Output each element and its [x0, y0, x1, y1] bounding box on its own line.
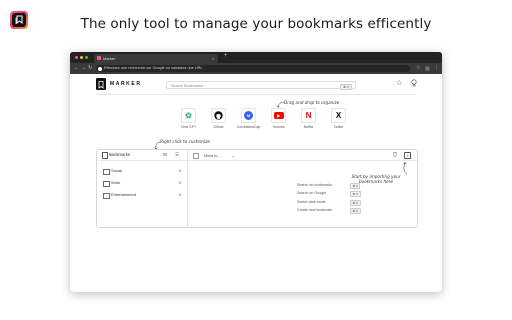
folder-name: Social	[111, 168, 122, 173]
import-arrow-icon	[403, 161, 408, 175]
shortcut-row: Switch dark mode ⌘ D	[297, 199, 361, 207]
favorites-icon[interactable]: ☆	[396, 79, 402, 87]
back-icon[interactable]: ←	[74, 64, 79, 73]
marker-favicon-icon	[97, 56, 101, 60]
reload-icon[interactable]: ↻	[88, 64, 92, 73]
drag-annotation: Drag and drop to organize	[284, 100, 340, 105]
header-divider	[96, 94, 416, 95]
folder-count: 0	[178, 192, 181, 197]
keyboard-shortcuts-list: Search on bookmarks ⌘ K Search on Google…	[297, 182, 361, 215]
shortcut-label: Youtube	[272, 125, 285, 129]
import-annotation: Start by importing your bookmarks here	[351, 174, 401, 185]
shortcut-netflix[interactable]: N Netflix	[297, 108, 320, 129]
tab-title: Marker	[103, 56, 116, 61]
bookmarks-panel: Bookmarks ⊟ ☰ Social 0 Work 0 Entertainm…	[96, 149, 418, 228]
sidebar-header: Bookmarks ⊟ ☰	[97, 150, 187, 161]
theme-bulb-icon[interactable]	[411, 79, 417, 89]
shortcut-desc: Search on Google	[297, 191, 326, 196]
sidebar-item-social[interactable]: Social 0	[97, 165, 187, 177]
github-icon	[211, 108, 226, 123]
folder-name: Work	[111, 180, 121, 185]
shortcut-label: Github	[213, 125, 224, 129]
folders-sidebar: Bookmarks ⊟ ☰ Social 0 Work 0 Entertainm…	[97, 150, 188, 227]
maximize-window-button[interactable]	[85, 56, 88, 59]
shortcut-row: Create new bookmark ⌘ N	[297, 207, 361, 215]
trash-icon[interactable]	[393, 151, 397, 159]
youtube-icon	[271, 108, 286, 123]
address-bar-row: ← → ↻ Effectuez une recherche sur Google…	[70, 63, 442, 74]
bookmarks-toolbar: Move to ... ⌄ +	[188, 150, 417, 161]
marker-page: MARKER Search Bookmarks... ⌘ K ☆ Drag an…	[70, 74, 442, 292]
url-placeholder: Effectuez une recherche sur Google ou sa…	[104, 66, 203, 70]
sidebar-item-work[interactable]: Work 0	[97, 177, 187, 189]
shortcut-key: ⌘ G	[350, 191, 361, 198]
netflix-icon: N	[301, 108, 316, 123]
shortcut-label: Chat GPT	[180, 125, 197, 129]
shortcut-youtube[interactable]: Youtube	[267, 108, 290, 129]
folder-icon	[103, 193, 110, 199]
forward-icon[interactable]: →	[81, 64, 86, 73]
move-to-label: Move to ...	[204, 153, 222, 158]
folder-name: Entertainment	[111, 192, 136, 197]
shortcut-key: ⌘ N	[350, 207, 361, 214]
chatgpt-icon: ✿	[181, 108, 196, 123]
import-bookmarks-button[interactable]: +	[404, 152, 411, 159]
url-input[interactable]: Effectuez une recherche sur Google ou sa…	[96, 65, 410, 72]
shortcut-label: Netflix	[303, 125, 314, 129]
shortcut-grid: ✿ Chat GPT Github M CoinMarketCap Youtub…	[177, 108, 350, 129]
shortcut-desc: Switch dark mode	[297, 199, 326, 204]
shortcut-desc: Search on bookmarks	[297, 183, 332, 187]
bookmark-icon	[98, 81, 104, 89]
coinmarketcap-icon: M	[241, 108, 256, 123]
select-all-checkbox[interactable]	[193, 153, 199, 159]
folder-icon	[103, 169, 110, 175]
shortcut-desc: Create new bookmark	[297, 207, 333, 212]
sidebar-title: Bookmarks	[109, 152, 130, 157]
new-tab-button[interactable]: +	[224, 53, 228, 59]
profile-avatar[interactable]	[425, 66, 430, 71]
minimize-window-button[interactable]	[80, 56, 83, 59]
tab-close-icon[interactable]: ×	[212, 54, 214, 63]
bookmark-search-input[interactable]: Search Bookmarks... ⌘ K	[166, 81, 356, 90]
bookmark-star-icon[interactable]: ☆	[416, 64, 420, 73]
bookmarks-icon	[102, 152, 108, 159]
window-controls[interactable]	[75, 56, 88, 59]
app-name: MARKER	[110, 81, 142, 87]
shortcut-twitter[interactable]: X Twitter	[327, 108, 350, 129]
right-click-annotation: Right click to customize	[160, 139, 210, 144]
shortcut-github[interactable]: Github	[207, 108, 230, 129]
x-icon: X	[331, 108, 346, 123]
shortcut-coinmarketcap[interactable]: M CoinMarketCap	[237, 108, 260, 129]
chevron-down-icon: ⌄	[231, 153, 235, 158]
browser-menu-icon[interactable]: ⋮	[434, 64, 439, 73]
close-window-button[interactable]	[75, 56, 78, 59]
browser-window: Marker × + ← → ↻ Effectuez une recherche…	[70, 52, 442, 292]
search-shortcut-badge: ⌘ K	[340, 83, 352, 90]
search-placeholder: Search Bookmarks...	[171, 84, 207, 88]
sidebar-item-entertainment[interactable]: Entertainment 0	[97, 189, 187, 201]
folder-count: 0	[178, 168, 181, 173]
marker-logo-icon	[96, 78, 106, 90]
tab-marker[interactable]: Marker ×	[94, 54, 218, 63]
promo-headline: The only tool to manage your bookmarks e…	[80, 16, 432, 32]
sidebar-toggle-icon[interactable]: ☰	[175, 152, 179, 158]
shortcut-row: Search on Google ⌘ G	[297, 190, 361, 198]
tab-bar: Marker × +	[70, 52, 442, 63]
shortcut-key: ⌘ D	[350, 199, 361, 206]
shortcut-label: Twitter	[333, 125, 344, 129]
folder-count: 0	[178, 180, 181, 185]
shortcut-label: CoinMarketCap	[236, 125, 261, 129]
folder-icon	[103, 181, 110, 187]
move-to-dropdown[interactable]: Move to ... ⌄	[204, 153, 235, 158]
new-folder-icon[interactable]: ⊟	[163, 152, 167, 158]
shortcut-chatgpt[interactable]: ✿ Chat GPT	[177, 108, 200, 129]
google-icon	[98, 66, 102, 71]
